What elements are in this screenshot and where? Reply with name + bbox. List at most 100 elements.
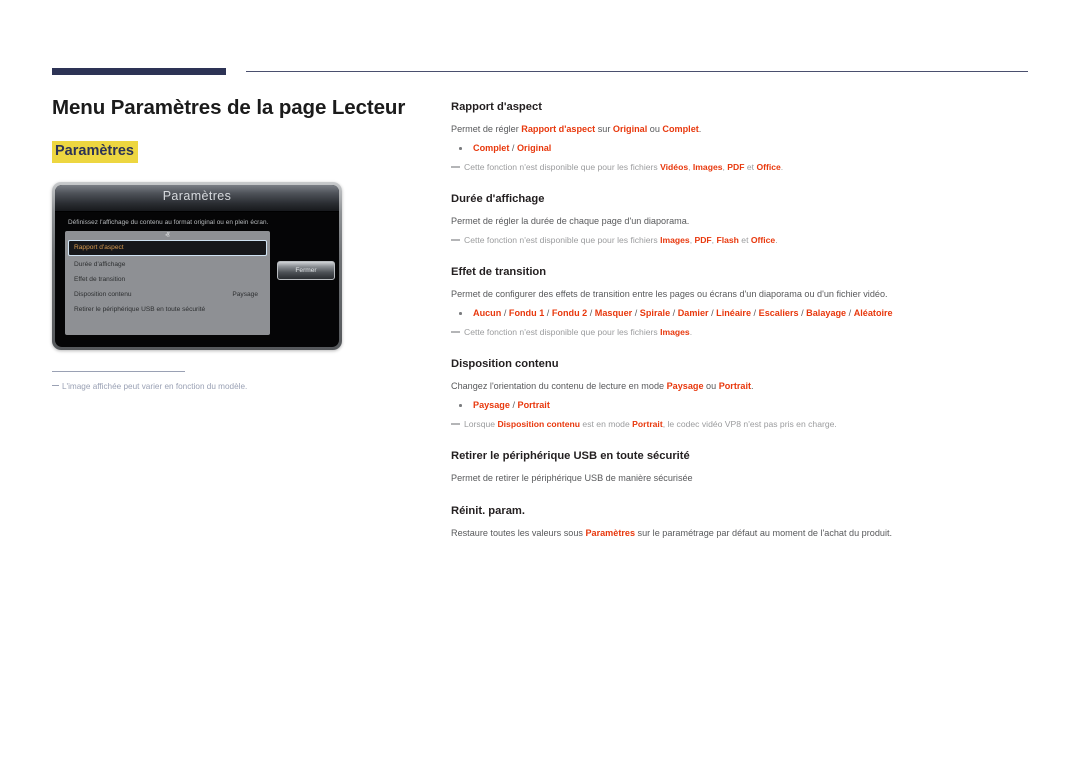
- text-run: ou: [647, 124, 662, 134]
- bullet-dot-icon: [459, 404, 462, 407]
- text-run: /: [509, 143, 517, 153]
- section-option-list: Complet / Original: [451, 142, 1031, 155]
- osd-menu-item-label: Effet de transition: [74, 276, 125, 283]
- right-column: Rapport d'aspect Permet de régler Rapport…: [451, 100, 1031, 540]
- highlight-term: Aléatoire: [854, 308, 893, 318]
- highlight-term: Masquer: [595, 308, 632, 318]
- highlight-term: Disposition contenu: [497, 419, 580, 429]
- subtitle-wrapper: Paramètres: [52, 141, 422, 163]
- highlight-term: Office: [756, 162, 780, 172]
- text-run: Permet de configurer des effets de trans…: [451, 289, 888, 299]
- note-dash-icon: [451, 331, 460, 333]
- section-note: Cette fonction n'est disponible que pour…: [451, 234, 1031, 246]
- text-run: /: [846, 308, 854, 318]
- highlight-term: Fondu 1: [509, 308, 544, 318]
- osd-menu-item[interactable]: Durée d'affichage: [68, 257, 267, 272]
- left-footnote-rule: [52, 371, 185, 372]
- text-run: /: [587, 308, 595, 318]
- text-run: /: [501, 308, 509, 318]
- section-body: Restaure toutes les valeurs sous Paramèt…: [451, 527, 1031, 540]
- section-body: Permet de retirer le périphérique USB de…: [451, 472, 1031, 485]
- osd-menu-item[interactable]: Retirer le périphérique USB en toute séc…: [68, 302, 267, 317]
- section-subtitle: Paramètres: [52, 141, 138, 163]
- section-note: Cette fonction n'est disponible que pour…: [451, 326, 1031, 338]
- chevron-down-icon[interactable]: ⱟ: [65, 324, 270, 333]
- highlight-term: Images: [693, 162, 723, 172]
- section-heading: Durée d'affichage: [451, 192, 1031, 206]
- header-rule: [52, 68, 1028, 78]
- highlight-term: Balayage: [806, 308, 846, 318]
- text-run: .: [699, 124, 702, 134]
- section-heading: Rapport d'aspect: [451, 100, 1031, 114]
- osd-menu-list[interactable]: ⱏ ⱟ Rapport d'aspect Durée d'affichage Eff…: [65, 231, 270, 335]
- note-dash-icon: [451, 423, 460, 425]
- osd-menu-item[interactable]: Disposition contenu Paysage: [68, 287, 267, 302]
- text-run: .: [690, 327, 692, 337]
- osd-menu-item[interactable]: Rapport d'aspect: [68, 240, 267, 256]
- highlight-term: Portrait: [719, 381, 751, 391]
- highlight-term: Paramètres: [585, 528, 635, 538]
- highlight-term: Images: [660, 235, 690, 245]
- tv-mockup: Paramètres Définissez l'affichage du con…: [52, 182, 342, 350]
- content-section: Disposition contenu Changez l'orientation…: [451, 357, 1031, 430]
- highlight-term: Spirale: [640, 308, 670, 318]
- highlight-term: Images: [660, 327, 690, 337]
- left-footnote-text: L'image affichée peut varier en fonction…: [62, 382, 247, 391]
- osd-menu-item-label: Rapport d'aspect: [74, 244, 124, 251]
- text-run: et: [744, 162, 756, 172]
- text-run: /: [544, 308, 552, 318]
- text-run: Restaure toutes les valeurs sous: [451, 528, 585, 538]
- tv-screen: Paramètres Définissez l'affichage du con…: [55, 185, 339, 347]
- content-section: Réinit. param. Restaure toutes les valeur…: [451, 504, 1031, 540]
- left-column: Menu Paramètres de la page Lecteur Param…: [52, 95, 422, 163]
- text-run: ou: [704, 381, 719, 391]
- text-run: sur: [595, 124, 613, 134]
- osd-close-button[interactable]: Fermer: [277, 261, 335, 280]
- bullet-dot-icon: [459, 312, 462, 315]
- osd-title: Paramètres: [55, 189, 339, 203]
- text-run: Cette fonction n'est disponible que pour…: [464, 235, 660, 245]
- section-heading: Réinit. param.: [451, 504, 1031, 518]
- text-run: et: [739, 235, 751, 245]
- text-run: Permet de régler la durée de chaque page…: [451, 216, 689, 226]
- section-heading: Effet de transition: [451, 265, 1031, 279]
- highlight-term: Paysage: [667, 381, 704, 391]
- highlight-term: PDF: [694, 235, 711, 245]
- text-run: Permet de retirer le périphérique USB de…: [451, 473, 693, 483]
- section-body: Permet de régler Rapport d'aspect sur Or…: [451, 123, 1031, 136]
- header-thin-line: [246, 71, 1028, 72]
- section-option-list: Paysage / Portrait: [451, 399, 1031, 412]
- highlight-term: Original: [613, 124, 647, 134]
- section-body: Permet de configurer des effets de trans…: [451, 288, 1031, 301]
- note-dash-icon: [451, 239, 460, 241]
- highlight-term: Escaliers: [759, 308, 799, 318]
- osd-menu-item-label: Retirer le périphérique USB en toute séc…: [74, 306, 205, 313]
- text-run: /: [632, 308, 640, 318]
- left-footnote: L'image affichée peut varier en fonction…: [52, 381, 382, 393]
- osd-menu-item-label: Durée d'affichage: [74, 261, 125, 268]
- text-run: est en mode: [580, 419, 632, 429]
- text-run: Permet de régler: [451, 124, 521, 134]
- highlight-term: Paysage: [473, 400, 510, 410]
- text-run: .: [775, 235, 777, 245]
- highlight-term: Vidéos: [660, 162, 688, 172]
- highlight-term: PDF: [727, 162, 744, 172]
- bullet-dot-icon: [459, 147, 462, 150]
- text-run: Cette fonction n'est disponible que pour…: [464, 327, 660, 337]
- text-run: , le codec vidéo VP8 n'est pas pris en c…: [663, 419, 837, 429]
- osd-menu-item-label: Disposition contenu: [74, 291, 132, 298]
- text-run: Changez l'orientation du contenu de lect…: [451, 381, 667, 391]
- highlight-term: Portrait: [632, 419, 663, 429]
- note-dash-icon: [451, 166, 460, 168]
- text-run: Cette fonction n'est disponible que pour…: [464, 162, 660, 172]
- section-note: Cette fonction n'est disponible que pour…: [451, 161, 1031, 173]
- highlight-term: Complet: [473, 143, 509, 153]
- text-run: .: [781, 162, 783, 172]
- footnote-dash-icon: [52, 385, 59, 386]
- highlight-term: Linéaire: [716, 308, 751, 318]
- highlight-term: Damier: [678, 308, 709, 318]
- content-section: Durée d'affichage Permet de régler la dur…: [451, 192, 1031, 246]
- text-run: /: [670, 308, 678, 318]
- osd-menu-item[interactable]: Effet de transition: [68, 272, 267, 287]
- text-run: /: [751, 308, 759, 318]
